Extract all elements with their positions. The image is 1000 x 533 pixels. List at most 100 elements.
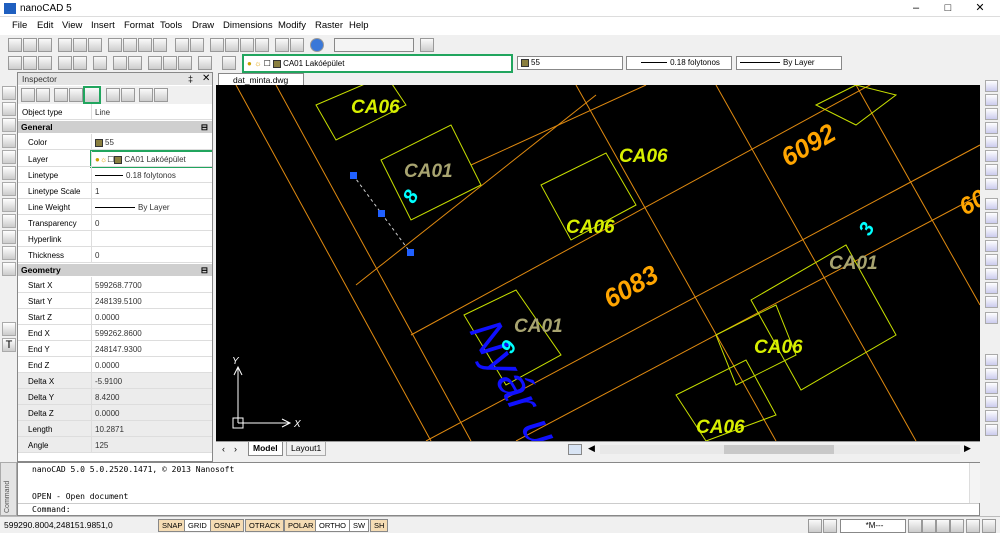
snap-intersection-icon[interactable] bbox=[985, 108, 998, 120]
snap-midpoint-icon[interactable] bbox=[985, 94, 998, 106]
snap-quadrant-icon[interactable] bbox=[985, 136, 998, 148]
fillet-icon[interactable] bbox=[178, 56, 192, 70]
model-space-icon[interactable] bbox=[808, 519, 822, 533]
paste-icon[interactable] bbox=[138, 38, 152, 52]
command-input[interactable]: Command: bbox=[18, 503, 979, 515]
prop-value[interactable]: 599268.7700 bbox=[95, 281, 142, 290]
mirror-icon[interactable] bbox=[93, 56, 107, 70]
leader-icon[interactable] bbox=[985, 312, 998, 324]
rotate-icon[interactable] bbox=[38, 56, 52, 70]
menu-file[interactable]: File bbox=[12, 20, 27, 31]
prop-value[interactable]: 1 bbox=[95, 187, 99, 196]
extend-icon[interactable] bbox=[73, 56, 87, 70]
snap-perpendicular-icon[interactable] bbox=[985, 164, 998, 176]
polygon-tool-icon[interactable] bbox=[2, 118, 16, 132]
scale-combo[interactable]: *M--- bbox=[840, 519, 906, 533]
point-tool-icon[interactable] bbox=[2, 230, 16, 244]
render-icon[interactable] bbox=[985, 368, 998, 380]
dim-aligned-icon[interactable] bbox=[985, 212, 998, 224]
add-selection-icon[interactable] bbox=[21, 88, 35, 102]
undo-icon[interactable] bbox=[175, 38, 189, 52]
explode-icon[interactable] bbox=[198, 56, 212, 70]
scale-icon[interactable] bbox=[148, 56, 162, 70]
osnap-toggle[interactable]: OSNAP bbox=[210, 519, 245, 532]
annotation-icon[interactable] bbox=[908, 519, 922, 533]
layer-manager-icon[interactable] bbox=[222, 56, 236, 70]
zoom-window-icon[interactable] bbox=[240, 38, 254, 52]
drawing-canvas[interactable]: Nyár utca CA06 CA01 8 CA06 6092 CA06 608… bbox=[216, 85, 980, 441]
lineweight-combo[interactable]: By Layer bbox=[736, 56, 842, 70]
close-button[interactable]: ✕ bbox=[966, 1, 994, 16]
general-section-header[interactable]: General ⊟ bbox=[18, 121, 212, 133]
dim-radius-icon[interactable] bbox=[985, 226, 998, 238]
new-icon[interactable] bbox=[8, 38, 22, 52]
tool-palette-icon[interactable] bbox=[420, 38, 434, 52]
view-3d-icon[interactable] bbox=[985, 382, 998, 394]
print-icon[interactable] bbox=[58, 38, 72, 52]
preview-icon[interactable] bbox=[73, 38, 87, 52]
sh-toggle[interactable]: SH bbox=[370, 519, 389, 532]
fullscreen-icon[interactable] bbox=[982, 519, 996, 533]
trim-icon[interactable] bbox=[58, 56, 72, 70]
dim-ordinate-icon[interactable] bbox=[985, 268, 998, 280]
workspace-combo[interactable] bbox=[334, 38, 414, 52]
prop-value[interactable]: 0.18 folytonos bbox=[95, 171, 176, 180]
tab-next-icon[interactable]: › bbox=[234, 444, 237, 454]
grip-start[interactable] bbox=[350, 172, 357, 179]
menu-edit[interactable]: Edit bbox=[37, 20, 53, 31]
arc-tool-icon[interactable] bbox=[2, 150, 16, 164]
copy-icon[interactable] bbox=[123, 38, 137, 52]
zoom-realtime-icon[interactable] bbox=[225, 38, 239, 52]
zoom-icon[interactable] bbox=[922, 519, 936, 533]
prop-value[interactable]: 55 bbox=[95, 138, 114, 147]
scroll-left-icon[interactable]: ◀ bbox=[588, 443, 595, 454]
sw-toggle[interactable]: SW bbox=[349, 519, 370, 532]
menu-modify[interactable]: Modify bbox=[278, 20, 306, 31]
refresh-icon[interactable] bbox=[966, 519, 980, 533]
insert-block-icon[interactable] bbox=[2, 214, 16, 228]
cut-icon[interactable] bbox=[108, 38, 122, 52]
text-tool-icon[interactable]: T bbox=[2, 338, 16, 352]
prop-value[interactable]: 248139.5100 bbox=[95, 297, 142, 306]
grid-view-icon[interactable] bbox=[139, 88, 153, 102]
tab-layout1[interactable]: Layout1 bbox=[286, 442, 327, 456]
ellipse-tool-icon[interactable] bbox=[2, 198, 16, 212]
sort-icon[interactable] bbox=[36, 88, 50, 102]
prop-value[interactable]: 599262.8600 bbox=[95, 329, 142, 338]
pick-icon[interactable] bbox=[106, 88, 120, 102]
layout-dialog-icon[interactable] bbox=[568, 444, 582, 455]
prop-value[interactable]: ●☼☐ CA01 Lakóépület bbox=[95, 155, 186, 164]
raster-icon[interactable] bbox=[985, 354, 998, 366]
menu-dimensions[interactable]: Dimensions bbox=[223, 20, 273, 31]
menu-draw[interactable]: Draw bbox=[192, 20, 214, 31]
properties-icon[interactable] bbox=[290, 38, 304, 52]
snap-node-icon[interactable] bbox=[985, 178, 998, 190]
command-scrollbar[interactable] bbox=[969, 463, 980, 503]
polyline-tool-icon[interactable] bbox=[2, 102, 16, 116]
pan-icon[interactable] bbox=[210, 38, 224, 52]
stretch-icon[interactable] bbox=[163, 56, 177, 70]
spline-tool-icon[interactable] bbox=[2, 182, 16, 196]
hide-icon[interactable] bbox=[985, 424, 998, 436]
menu-raster[interactable]: Raster bbox=[315, 20, 343, 31]
viewport-icon[interactable] bbox=[823, 519, 837, 533]
snap-endpoint-icon[interactable] bbox=[985, 80, 998, 92]
redo-icon[interactable] bbox=[190, 38, 204, 52]
prop-value[interactable]: By Layer bbox=[95, 203, 170, 212]
grid-toggle[interactable]: GRID bbox=[184, 519, 211, 532]
snap-center-icon[interactable] bbox=[985, 122, 998, 134]
filter-icon[interactable] bbox=[121, 88, 135, 102]
rectangle-tool-icon[interactable] bbox=[2, 134, 16, 148]
publish-icon[interactable] bbox=[88, 38, 102, 52]
help-icon[interactable] bbox=[310, 38, 324, 52]
dim-diameter-icon[interactable] bbox=[985, 240, 998, 252]
hatch-tool-icon[interactable] bbox=[2, 246, 16, 260]
maximize-button[interactable]: □ bbox=[934, 1, 962, 16]
draw-toolbar-icon[interactable] bbox=[8, 56, 22, 70]
offset-icon[interactable] bbox=[113, 56, 127, 70]
shade-icon[interactable] bbox=[985, 410, 998, 422]
move-icon[interactable] bbox=[23, 56, 37, 70]
snap-toggle[interactable]: SNAP bbox=[158, 519, 187, 532]
menu-view[interactable]: View bbox=[62, 20, 82, 31]
minimize-button[interactable]: – bbox=[902, 1, 930, 16]
